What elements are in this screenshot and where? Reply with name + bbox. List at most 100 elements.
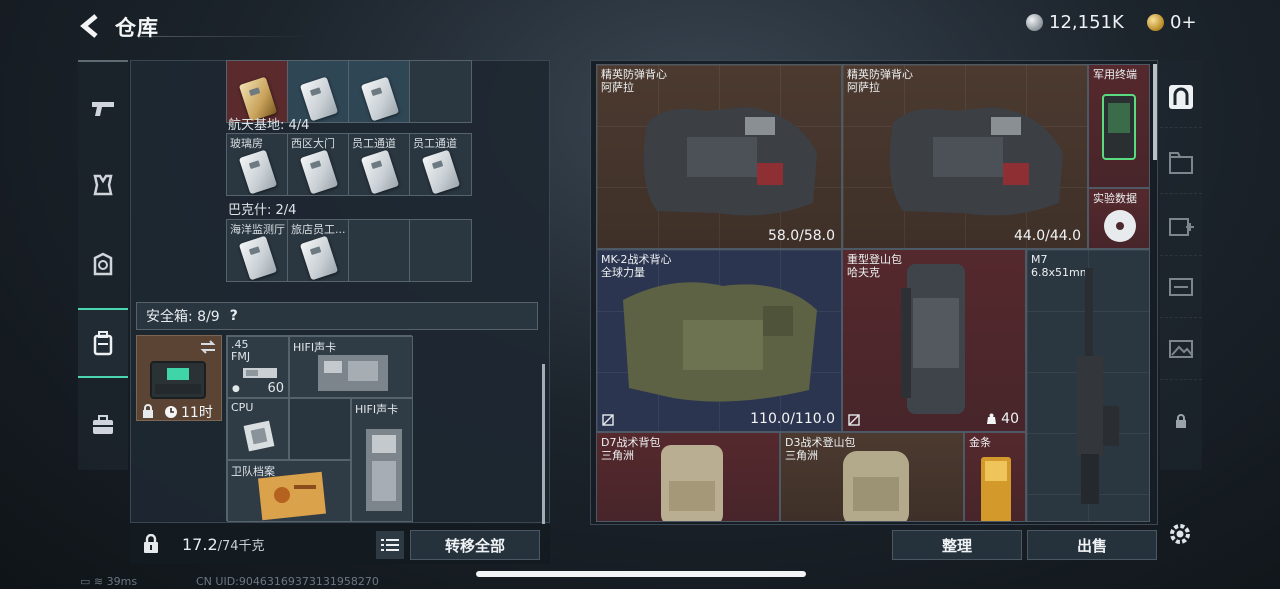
list-icon bbox=[381, 539, 399, 551]
currency-gold[interactable]: 0+ bbox=[1147, 12, 1197, 33]
empty-slot[interactable] bbox=[349, 220, 410, 281]
empty-slot[interactable] bbox=[410, 220, 471, 281]
keycard-slot[interactable]: 玻璃房 bbox=[227, 134, 288, 195]
m7-rifle-item[interactable]: M7 6.8x51mm bbox=[1026, 249, 1150, 522]
home-indicator[interactable] bbox=[476, 571, 806, 577]
keycard-label: 海洋监测厅 bbox=[230, 223, 285, 236]
cpu-label: CPU bbox=[231, 401, 254, 414]
item-name: 金条 bbox=[969, 436, 991, 449]
backpack-icon bbox=[843, 451, 909, 521]
lock-icon bbox=[144, 534, 158, 553]
lock-icon bbox=[143, 404, 153, 418]
keycard-slot[interactable]: 旅店员工... bbox=[288, 220, 349, 281]
nav-rig[interactable] bbox=[78, 230, 128, 300]
item-durability: 110.0/110.0 bbox=[750, 411, 835, 427]
keycard-icon bbox=[299, 235, 339, 281]
keycard-label: 玻璃房 bbox=[230, 137, 263, 150]
empty-slot[interactable] bbox=[410, 61, 471, 122]
d7-tactical-backpack[interactable]: D7战术背包 三角洲 bbox=[596, 432, 780, 522]
gold-bar-item[interactable]: 金条 bbox=[964, 432, 1026, 522]
keycard-slot[interactable]: 员工通道 bbox=[410, 134, 471, 195]
keycard-row-aerospace: 玻璃房 西区大门 员工通道 员工通道 bbox=[226, 133, 472, 196]
item-name: 精英防弹背心 阿萨拉 bbox=[601, 68, 667, 94]
keycard-icon bbox=[421, 149, 461, 195]
right-nav-image[interactable] bbox=[1160, 318, 1202, 380]
terminal-device-icon bbox=[1102, 94, 1136, 160]
keycard-slot[interactable]: 员工通道 bbox=[349, 134, 410, 195]
image-icon bbox=[1169, 339, 1193, 358]
nav-armor[interactable] bbox=[78, 150, 128, 220]
safe-box-timer: 11时 bbox=[164, 402, 213, 422]
currency-silver[interactable]: 12,151K bbox=[1026, 12, 1124, 33]
safe-box-title: 安全箱: 8/9 bbox=[146, 309, 220, 325]
list-view-button[interactable] bbox=[376, 531, 404, 559]
safe-box[interactable]: 11时 bbox=[136, 335, 222, 421]
nav-case[interactable] bbox=[78, 390, 128, 460]
briefcase-icon bbox=[93, 415, 113, 434]
section-label-aerospace: 航天基地: 4/4 bbox=[228, 118, 310, 133]
battery-icon: ▭ bbox=[80, 575, 91, 588]
lock-icon bbox=[1176, 414, 1186, 428]
ammo-item[interactable]: .45 FMJ ● 60 bbox=[227, 336, 289, 398]
ping-value: 39ms bbox=[106, 575, 138, 588]
heavy-mountain-backpack[interactable]: 重型登山包 哈夫克 40 bbox=[842, 249, 1026, 432]
hifi-soundcard-item[interactable]: HIFI声卡 bbox=[289, 336, 413, 398]
item-name: 精英防弹背心 阿萨拉 bbox=[847, 68, 913, 94]
wifi-icon: ≋ bbox=[93, 575, 104, 588]
nav-backpack[interactable] bbox=[78, 308, 128, 378]
keycard-slot[interactable] bbox=[227, 61, 288, 122]
no-insure-icon bbox=[602, 414, 614, 426]
gold-bar-icon bbox=[981, 457, 1011, 521]
right-nav-stash[interactable] bbox=[1160, 66, 1202, 128]
loadout-scrollbar[interactable] bbox=[1153, 64, 1157, 160]
cpu-item[interactable]: CPU bbox=[227, 398, 289, 460]
d3-tactical-backpack[interactable]: D3战术登山包 三角洲 bbox=[780, 432, 964, 522]
help-icon[interactable]: ? bbox=[230, 308, 238, 324]
sort-button[interactable]: 整理 bbox=[892, 530, 1022, 560]
hifi-soundcard-item-2[interactable]: HIFI声卡 bbox=[351, 398, 413, 522]
military-terminal-item[interactable]: 军用终端 bbox=[1088, 64, 1150, 188]
hifi-soundcard-label: HIFI声卡 bbox=[355, 403, 399, 416]
weight-max: /74千克 bbox=[217, 539, 265, 554]
transfer-all-button[interactable]: 转移全部 bbox=[410, 530, 540, 560]
lab-data-item[interactable]: 实验数据 bbox=[1088, 188, 1150, 249]
swap-icon[interactable] bbox=[199, 340, 217, 354]
right-nav-folder[interactable] bbox=[1160, 132, 1202, 194]
keycard-slot[interactable] bbox=[288, 61, 349, 122]
no-insure-icon bbox=[848, 414, 860, 426]
elite-armor-vest-1[interactable]: 精英防弹背心 阿萨拉 58.0/58.0 bbox=[596, 64, 842, 249]
data-disc-icon bbox=[1104, 210, 1136, 242]
left-nav bbox=[78, 60, 128, 470]
keycard-row-bakhsh: 海洋监测厅 旅店员工... bbox=[226, 219, 472, 282]
right-nav-filter[interactable] bbox=[1160, 256, 1202, 318]
settings-button[interactable] bbox=[1166, 520, 1194, 548]
keycard-icon bbox=[238, 149, 278, 195]
elite-armor-vest-2[interactable]: 精英防弹背心 阿萨拉 44.0/44.0 bbox=[842, 64, 1088, 249]
ammo-label: .45 FMJ bbox=[231, 338, 251, 363]
right-nav-lock[interactable] bbox=[1160, 390, 1202, 452]
rifle-icon bbox=[1077, 268, 1119, 504]
nav-weapons[interactable] bbox=[78, 74, 128, 144]
currency-silver-value: 12,151K bbox=[1049, 12, 1124, 33]
sell-button[interactable]: 出售 bbox=[1027, 530, 1157, 560]
helmet-rig-icon bbox=[93, 252, 113, 276]
cpu-chip-icon bbox=[243, 420, 275, 452]
pistol-icon bbox=[92, 102, 114, 116]
body-armor-icon bbox=[93, 174, 113, 196]
gold-coin-icon bbox=[1147, 14, 1164, 31]
back-button[interactable] bbox=[78, 12, 104, 40]
keycard-slot[interactable]: 西区大门 bbox=[288, 134, 349, 195]
right-nav bbox=[1160, 60, 1202, 470]
mk2-tactical-vest[interactable]: MK-2战术背心 全球力量 110.0/110.0 bbox=[596, 249, 842, 432]
empty-slot[interactable] bbox=[289, 398, 351, 460]
stash-scrollbar[interactable] bbox=[542, 364, 545, 524]
document-folder-icon bbox=[257, 471, 327, 521]
armor-vest-icon bbox=[889, 107, 1063, 216]
guard-file-item[interactable]: 卫队档案 bbox=[227, 460, 351, 522]
keycard-slot[interactable]: 海洋监测厅 bbox=[227, 220, 288, 281]
keycard-slot[interactable] bbox=[349, 61, 410, 122]
backpack-icon bbox=[901, 264, 965, 414]
right-nav-add-folder[interactable] bbox=[1160, 194, 1202, 256]
lock-button[interactable] bbox=[136, 530, 166, 558]
back-arrow-icon bbox=[80, 14, 98, 38]
